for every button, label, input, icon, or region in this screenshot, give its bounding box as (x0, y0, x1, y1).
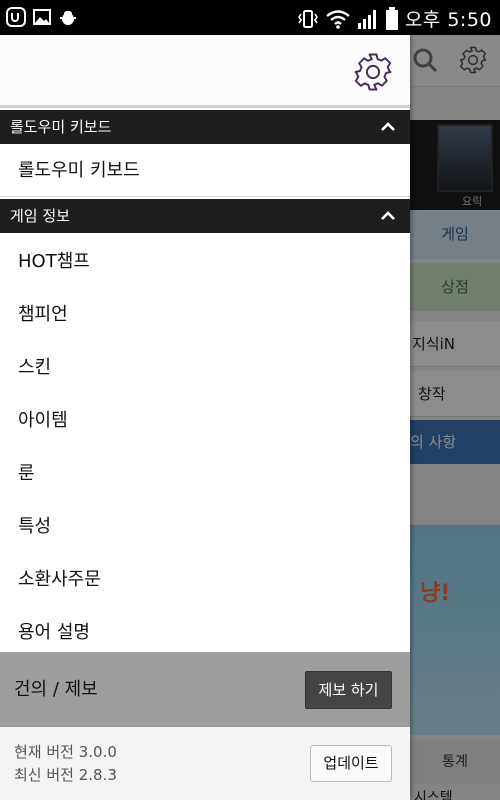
menu-item-summoner-spell[interactable]: 소환사주문 (0, 553, 410, 606)
background-app: 요릭 게임 상점 지식iN 창작 의 사항 냥! 통계 시스템 (410, 35, 500, 800)
report-button[interactable]: 제보 하기 (305, 671, 392, 709)
bg-tab-store: 상점 (410, 263, 500, 311)
bg-champion-portrait (437, 124, 493, 192)
feedback-bar: 건의 / 제보 제보 하기 (0, 652, 410, 727)
current-version: 현재 버전 3.0.0 (14, 743, 117, 761)
bg-tab-stats: 통계 (410, 740, 500, 784)
bg-tab-game: 게임 (410, 210, 500, 259)
bg-bottom-text: 시스템 (414, 790, 453, 800)
chevron-up-icon[interactable] (380, 208, 396, 224)
image-icon (33, 9, 51, 25)
menu-item-keyboard[interactable]: 롤도우미 키보드 (0, 144, 410, 197)
menu-item-rune[interactable]: 룬 (0, 447, 410, 500)
bg-banner (410, 525, 500, 735)
section-header-game-info[interactable]: 게임 정보 (0, 199, 410, 233)
app-notification-icon (6, 7, 26, 27)
latest-version: 최신 버전 2.8.3 (14, 766, 117, 784)
menu-item-hot-champ[interactable]: HOT챔프 (0, 235, 410, 288)
bg-notice: 의 사항 (410, 420, 500, 464)
status-time: 오후 5:50 (404, 9, 492, 31)
bg-topbar (410, 35, 500, 87)
bg-menu-knowledge: 지식iN (410, 321, 500, 367)
update-button[interactable]: 업데이트 (310, 745, 392, 782)
signal-icon (357, 9, 376, 29)
section-header-keyboard[interactable]: 롤도우미 키보드 (0, 110, 410, 144)
chevron-up-icon[interactable] (380, 119, 396, 135)
feedback-label: 건의 / 제보 (14, 679, 98, 700)
android-debug-icon (60, 11, 76, 25)
version-panel: 현재 버전 3.0.0 최신 버전 2.8.3 업데이트 (0, 727, 410, 800)
section-title: 게임 정보 (10, 207, 70, 225)
bg-champion-name: 요릭 (462, 195, 483, 208)
drawer-header (0, 35, 410, 108)
search-icon (413, 48, 438, 73)
section-title: 롤도우미 키보드 (10, 118, 112, 136)
gear-icon (459, 46, 487, 74)
navigation-drawer: 롤도우미 키보드 롤도우미 키보드 게임 정보 HOT챔프 챔피언 스킨 아이템… (0, 35, 410, 800)
menu-item-champion[interactable]: 챔피언 (0, 288, 410, 341)
status-bar: 오후 5:50 (0, 0, 500, 35)
wifi-icon (326, 9, 350, 29)
gear-icon[interactable] (352, 51, 394, 93)
menu-item-skin[interactable]: 스킨 (0, 341, 410, 394)
menu-item-mastery[interactable]: 특성 (0, 500, 410, 553)
bg-menu-creation: 창작 (410, 371, 500, 417)
battery-icon (385, 6, 398, 30)
menu-item-item[interactable]: 아이템 (0, 394, 410, 447)
bg-banner-text: 냥! (420, 581, 451, 606)
vibrate-icon (297, 9, 318, 28)
